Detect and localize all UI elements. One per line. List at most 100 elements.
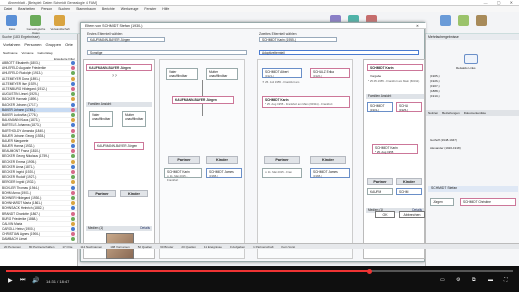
miniplayer-icon[interactable]: ⧉ xyxy=(472,277,476,283)
children-header[interactable]: Kinder xyxy=(206,156,238,164)
children-header-right[interactable]: Kinder xyxy=(310,156,346,164)
menu-berichte[interactable]: Berichte xyxy=(102,7,115,11)
zoom-label: Relsaldo Links xyxy=(456,66,476,70)
views-icon[interactable] xyxy=(440,15,451,26)
child-card-karin[interactable]: SCHMIDT Karin * 25. Aug 1955 - Frankfurt… xyxy=(262,96,350,108)
relation-name: Alexander (1920-1918) xyxy=(430,146,461,150)
video-scrubber[interactable] xyxy=(366,268,372,274)
next-icon[interactable]: ⏭ xyxy=(20,277,25,284)
tab-beziehungen[interactable]: Beziehungen xyxy=(442,111,460,115)
menu-werkzeuge[interactable]: Werkzeuge xyxy=(121,7,139,11)
cancel-button[interactable]: Abbrechen xyxy=(399,211,425,218)
relation-icon[interactable] xyxy=(54,15,65,26)
partner-marriage: ∞ 11. Mai 2015 - Fran xyxy=(265,170,292,174)
mother-unknown-card[interactable]: Mutter unaufflindbar xyxy=(122,111,146,127)
person-list: ABBOTT Elisabeth (1803-) AHLEFELD Auguste… xyxy=(0,61,77,248)
status-item: 198 Vornamen xyxy=(110,244,130,249)
karin-child-card[interactable]: SCHMIDT Karin * 25. Aug 1955 xyxy=(372,144,418,154)
father-unknown-box[interactable]: Vater unaufflindbar xyxy=(166,68,198,80)
gender-dot-icon xyxy=(71,66,75,71)
second-relation-select[interactable]: Adoptivelternteil xyxy=(259,50,419,55)
status-item: 17 Orte xyxy=(62,244,73,249)
kid1-card[interactable]: KAUFM xyxy=(367,188,393,195)
partner-card-karin[interactable]: SCHMIDT Karin ∞ 11. Mai 2015 - Frankfurt xyxy=(164,168,202,182)
child-card-james-right[interactable]: SCHMIDT James (1988-) xyxy=(310,168,350,178)
settings-icon[interactable] xyxy=(476,15,487,26)
status-item: 114 Nachnamen xyxy=(80,244,103,249)
menu-hilfe[interactable]: Hilfe xyxy=(162,7,169,11)
children-button[interactable]: Kinder xyxy=(120,190,148,197)
ok-button[interactable]: OK xyxy=(375,211,395,218)
filter-nachname[interactable]: Nachname xyxy=(3,51,18,55)
menu-suchen[interactable]: Suchen xyxy=(58,7,70,11)
gender-dot-icon xyxy=(71,71,75,76)
first-parent-select[interactable]: KAUFMANN-BAYER Jürgen xyxy=(87,37,165,42)
play-icon[interactable]: ▶ xyxy=(8,277,13,284)
partner-header-right[interactable]: Partner xyxy=(264,156,300,164)
partner-card-right[interactable]: ∞ 11. Mai 2015 - Fran xyxy=(262,168,302,178)
partner-header[interactable]: Partner xyxy=(168,156,200,164)
focus-person-box[interactable]: KAUFMANN-BAYER Jürgen xyxy=(172,96,234,104)
partner-button[interactable]: Partner xyxy=(88,190,116,197)
fullscreen-icon[interactable]: ⛶ xyxy=(504,277,508,283)
focus-person-bar[interactable]: SCHMIDT Stefan xyxy=(428,186,518,192)
zoom-icon[interactable] xyxy=(464,54,478,64)
person-card-karin[interactable]: SCHMIDT Karin xyxy=(367,64,423,71)
menu-person[interactable]: Person xyxy=(41,7,52,11)
father-card-albert[interactable]: SCHMIDT Albert (1921-) xyxy=(262,68,302,78)
theater-icon[interactable]: ▬ xyxy=(488,277,493,283)
tab-gruppen[interactable]: Gruppen xyxy=(45,42,61,47)
media-icon[interactable] xyxy=(458,15,469,26)
father-unknown-card[interactable]: Vater unaufflindbar xyxy=(89,111,113,127)
child-card-james[interactable]: SCHMIDT James (1988-) xyxy=(206,168,242,178)
gender-dot-icon xyxy=(71,221,75,226)
child-card[interactable]: KAUFMANN-BAYER Jürgen xyxy=(94,142,144,150)
status-item: 1 Partnerschaft xyxy=(253,244,274,249)
bottom-left-card[interactable]: Jürgen xyxy=(430,198,454,206)
mother-unknown-box[interactable]: Mutter unaufflindbar xyxy=(206,68,238,80)
kinder-btn-right[interactable]: Kinder xyxy=(396,178,422,185)
window-controls[interactable]: — ▢ ✕ xyxy=(484,0,517,5)
tab-orte[interactable]: Orte xyxy=(65,42,73,47)
status-item: 52 Quellen xyxy=(137,244,153,249)
second-parent-select[interactable]: SCHMIDT Karin (1955-) xyxy=(259,37,337,42)
datei-icon[interactable] xyxy=(6,15,17,26)
tab-dokumente[interactable]: Dokumentenliste xyxy=(464,111,486,115)
filter-geburtstag[interactable]: Geburtstag xyxy=(38,51,53,55)
menu-stammbaum[interactable]: Stammbaum xyxy=(76,7,96,11)
genealogy-icon[interactable] xyxy=(30,15,41,26)
menu-bearbeiten[interactable]: Bearbeiten xyxy=(18,7,35,11)
window-title: Ahnenblatt - [Beispiel: Daten Schmidt Ge… xyxy=(8,1,97,5)
person-row-label: BECKER Anna (1871-) xyxy=(2,164,35,169)
karin-child-date: * 25. Aug 1955 xyxy=(375,150,394,154)
mother-card-erika[interactable]: SCHULZ Erika (1920-) xyxy=(310,68,350,78)
person-row-label: CAROLL Heinz (1900-) xyxy=(2,227,35,232)
toolbar-label-datei: Datei xyxy=(8,27,16,31)
gender-dot-icon xyxy=(71,159,75,164)
bottom-right-card[interactable]: SCHMIDT Christine xyxy=(460,198,516,206)
volume-icon[interactable]: 🔊 xyxy=(32,277,39,284)
partner-btn-right[interactable]: Partner xyxy=(367,178,393,185)
parent2-card[interactable]: SCHU (1925-) xyxy=(396,102,422,112)
filter-vorname[interactable]: Vorname xyxy=(22,51,34,55)
kid2-card[interactable]: SCHM xyxy=(396,188,422,195)
relation-names: Gothoff (1948-1947) Alexander (1920-1918… xyxy=(430,136,461,152)
tab-notizen[interactable]: Notizen xyxy=(428,111,438,115)
first-relation-select[interactable]: Sonstige xyxy=(87,50,247,55)
tab-vorfahren[interactable]: Vorfahren xyxy=(3,42,20,47)
menu-fenster[interactable]: Fenster xyxy=(144,7,156,11)
person-card-jurgen[interactable]: KAUFMANN-BAYER Jürgen xyxy=(86,64,152,71)
tab-personen[interactable]: Personen xyxy=(24,42,41,47)
subtitles-icon[interactable]: ▭ xyxy=(440,277,445,283)
gender-dot-icon xyxy=(71,227,75,232)
close-icon[interactable]: ✕ xyxy=(416,24,419,28)
menu-datei[interactable]: Datei xyxy=(4,7,12,11)
gender-dot-icon xyxy=(71,195,75,200)
settings-gear-icon[interactable]: ⚙ xyxy=(456,277,460,283)
gender-dot-icon xyxy=(71,185,75,190)
media-details-link[interactable]: Details xyxy=(140,226,152,231)
person-row-label: CHRISTIAN Agnes (1906-) xyxy=(2,232,41,237)
media-header: Medien (1) Details xyxy=(86,226,152,231)
person-row-label: BALKMANN Klaus (1873-) xyxy=(2,118,40,123)
parent1-card[interactable]: SCHMIDT (1931-) xyxy=(367,102,393,112)
